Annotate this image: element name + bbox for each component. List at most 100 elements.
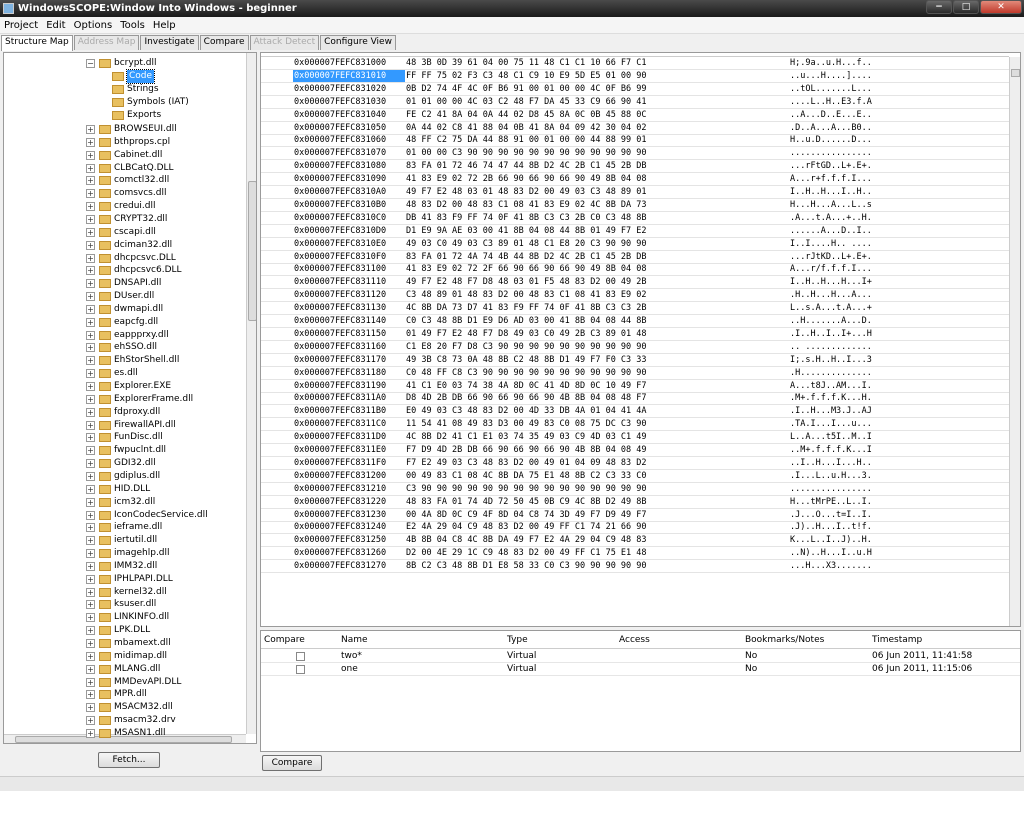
expand-icon[interactable]: + [86, 664, 95, 674]
table-row[interactable]: two* Virtual No 06 Jun 2011, 11:41:58 [261, 650, 1020, 663]
hex-row[interactable]: 0x000007FEFC8310F0 83 FA 01 72 4A 74 4B 4… [261, 251, 1009, 264]
hex-address[interactable]: 0x000007FEFC8311F0 [294, 457, 406, 469]
hex-row[interactable]: 0x000007FEFC831090 41 83 E9 02 72 2B 66 9… [261, 173, 1009, 187]
hex-address[interactable]: 0x000007FEFC831220 [294, 496, 406, 508]
hex-address[interactable]: 0x000007FEFC831030 [294, 96, 406, 108]
hex-bytes[interactable]: 49 03 C0 49 03 C3 89 01 48 C1 E8 20 C3 9… [406, 238, 778, 250]
tab-configure-view[interactable]: Configure View [320, 35, 396, 50]
tree-item[interactable]: bthprops.cpl [114, 136, 170, 149]
hex-row[interactable]: 0x000007FEFC8311D0 4C 8B D2 41 C1 E1 03 7… [261, 431, 1009, 445]
tree-item[interactable]: es.dll [114, 367, 138, 380]
hex-bytes[interactable]: 01 00 00 C3 90 90 90 90 90 90 90 90 90 9… [406, 147, 778, 159]
hex-row[interactable]: 0x000007FEFC831050 0A 44 02 C8 41 88 04 0… [261, 122, 1009, 135]
column-header[interactable]: Name [341, 634, 368, 647]
hex-address[interactable]: 0x000007FEFC8311D0 [294, 431, 406, 443]
tree-scroll-thumb[interactable] [248, 181, 256, 321]
tree-item[interactable]: LINKINFO.dll [114, 611, 169, 624]
hex-address[interactable]: 0x000007FEFC831110 [294, 276, 406, 288]
expand-icon[interactable]: + [86, 523, 95, 533]
expand-icon[interactable]: + [86, 510, 95, 520]
tree-item[interactable]: kernel32.dll [114, 586, 167, 599]
hex-address[interactable]: 0x000007FEFC831130 [294, 302, 406, 314]
hex-address[interactable]: 0x000007FEFC831260 [294, 547, 406, 559]
tree-item[interactable]: DUser.dll [114, 290, 154, 303]
hex-row[interactable]: 0x000007FEFC8311A0 D8 4D 2B DB 66 90 66 9… [261, 392, 1009, 406]
hex-bytes[interactable]: 11 54 41 08 49 83 D3 00 49 83 C0 08 75 D… [406, 418, 778, 430]
hex-bytes[interactable]: E0 49 03 C3 48 83 D2 00 4D 33 DB 4A 01 0… [406, 405, 778, 417]
hex-address[interactable]: 0x000007FEFC8311A0 [294, 392, 406, 404]
expand-icon[interactable]: + [86, 600, 95, 610]
menu-project[interactable]: Project [0, 20, 42, 31]
hex-row[interactable]: 0x000007FEFC831170 49 3B C8 73 0A 48 8B C… [261, 354, 1009, 367]
hex-bytes[interactable]: 0B D2 74 4F 4C 0F B6 91 00 01 00 00 4C 0… [406, 83, 778, 95]
expand-icon[interactable]: + [86, 459, 95, 469]
hex-bytes[interactable]: 48 83 FA 01 74 4D 72 50 45 0B C9 4C 8B D… [406, 496, 778, 508]
tree-item[interactable]: LPK.DLL [114, 624, 150, 637]
menu-edit[interactable]: Edit [42, 20, 69, 31]
hex-bytes[interactable]: 48 FF C2 75 DA 44 88 91 00 01 00 00 44 8… [406, 134, 778, 146]
tree-item[interactable]: eapcfg.dll [114, 316, 158, 329]
hex-bytes[interactable]: 8B C2 C3 48 8B D1 E8 58 33 C0 C3 90 90 9… [406, 560, 778, 572]
hex-row[interactable]: 0x000007FEFC831220 48 83 FA 01 74 4D 72 5… [261, 496, 1009, 509]
column-header[interactable]: Timestamp [872, 634, 922, 647]
hex-row[interactable]: 0x000007FEFC831260 D2 00 4E 29 1C C9 48 8… [261, 547, 1009, 561]
tree-item[interactable]: MPR.dll [114, 688, 147, 701]
tab-address-map[interactable]: Address Map [73, 35, 140, 50]
hex-bytes[interactable]: 01 01 00 00 4C 03 C2 48 F7 DA 45 33 C9 6… [406, 96, 778, 108]
tree-item[interactable]: msacm32.drv [114, 714, 176, 727]
tree-vertical-scrollbar[interactable] [246, 53, 256, 734]
hex-row[interactable]: 0x000007FEFC8310A0 49 F7 E2 48 03 01 48 8… [261, 186, 1009, 199]
hex-row[interactable]: 0x000007FEFC831210 C3 90 90 90 90 90 90 9… [261, 483, 1009, 496]
hex-row[interactable]: 0x000007FEFC831120 C3 48 89 01 48 83 D2 0… [261, 289, 1009, 303]
hex-bytes[interactable]: 41 83 E9 02 72 2F 66 90 66 90 66 90 49 8… [406, 263, 778, 275]
expand-icon[interactable]: + [86, 613, 95, 623]
expand-icon[interactable]: + [86, 137, 95, 147]
tab-structure-map[interactable]: Structure Map [1, 35, 73, 51]
tree-item[interactable]: credui.dll [114, 200, 155, 213]
tree-item[interactable]: MLANG.dll [114, 663, 160, 676]
expand-icon[interactable]: + [86, 433, 95, 443]
menu-options[interactable]: Options [70, 20, 117, 31]
tree-item[interactable]: dwmapi.dll [114, 303, 163, 316]
hex-bytes[interactable]: D8 4D 2B DB 66 90 66 90 66 90 4B 8B 04 0… [406, 392, 778, 404]
hex-row[interactable]: 0x000007FEFC8311C0 11 54 41 08 49 83 D3 0… [261, 418, 1009, 432]
hex-address[interactable]: 0x000007FEFC8310E0 [294, 238, 406, 250]
tree-item[interactable]: Cabinet.dll [114, 149, 162, 162]
hex-address[interactable]: 0x000007FEFC831090 [294, 173, 406, 185]
hex-bytes[interactable]: 41 83 E9 02 72 2B 66 90 66 90 66 90 49 8… [406, 173, 778, 185]
minimize-button[interactable]: − [926, 0, 952, 14]
expand-icon[interactable]: + [86, 202, 95, 212]
hex-bytes[interactable]: DB 41 83 F9 FF 74 0F 41 8B C3 C3 2B C0 C… [406, 212, 778, 224]
hex-address[interactable]: 0x000007FEFC831010 [293, 69, 405, 82]
expand-icon[interactable]: + [86, 369, 95, 379]
column-header[interactable]: Access [619, 634, 650, 647]
hex-address[interactable]: 0x000007FEFC8311E0 [294, 444, 406, 456]
hex-address[interactable]: 0x000007FEFC8310F0 [294, 251, 406, 263]
expand-icon[interactable]: + [86, 240, 95, 250]
expand-icon[interactable]: + [86, 343, 95, 353]
hex-row[interactable]: 0x000007FEFC831080 83 FA 01 72 46 74 47 4… [261, 160, 1009, 174]
tree-item[interactable]: HID.DLL [114, 483, 150, 496]
expand-icon[interactable]: + [86, 394, 95, 404]
hex-address[interactable]: 0x000007FEFC831140 [294, 315, 406, 327]
hex-bytes[interactable]: D1 E9 9A AE 03 00 41 8B 04 08 44 8B 01 4… [406, 225, 778, 237]
tree-item[interactable]: dhcpcsvc6.DLL [114, 264, 182, 277]
tree-child-item[interactable]: Strings [127, 83, 159, 96]
expand-icon[interactable]: + [86, 420, 95, 430]
tree-item[interactable]: IMM32.dll [114, 560, 157, 573]
hex-row[interactable]: 0x000007FEFC831190 41 C1 E0 03 74 38 4A 8… [261, 380, 1009, 393]
expand-icon[interactable]: + [86, 728, 95, 738]
hex-bytes[interactable]: 00 49 83 C1 08 4C 8B DA 75 E1 48 8B C2 C… [406, 470, 778, 482]
tree-item[interactable]: MSASN1.dll [114, 727, 166, 740]
hex-address[interactable]: 0x000007FEFC831250 [294, 534, 406, 546]
tree-item[interactable]: dhcpcsvc.DLL [114, 252, 176, 265]
fetch-button[interactable]: Fetch... [98, 752, 160, 768]
hex-row[interactable]: 0x000007FEFC831240 E2 4A 29 04 C9 48 83 D… [261, 521, 1009, 535]
hex-address[interactable]: 0x000007FEFC831040 [294, 109, 406, 121]
hex-address[interactable]: 0x000007FEFC831050 [294, 122, 406, 134]
collapse-icon[interactable]: − [86, 59, 95, 68]
hex-address[interactable]: 0x000007FEFC831170 [294, 354, 406, 366]
tree-item[interactable]: EhStorShell.dll [114, 354, 179, 367]
hex-address[interactable]: 0x000007FEFC831160 [294, 341, 406, 353]
hex-address[interactable]: 0x000007FEFC831200 [294, 470, 406, 482]
